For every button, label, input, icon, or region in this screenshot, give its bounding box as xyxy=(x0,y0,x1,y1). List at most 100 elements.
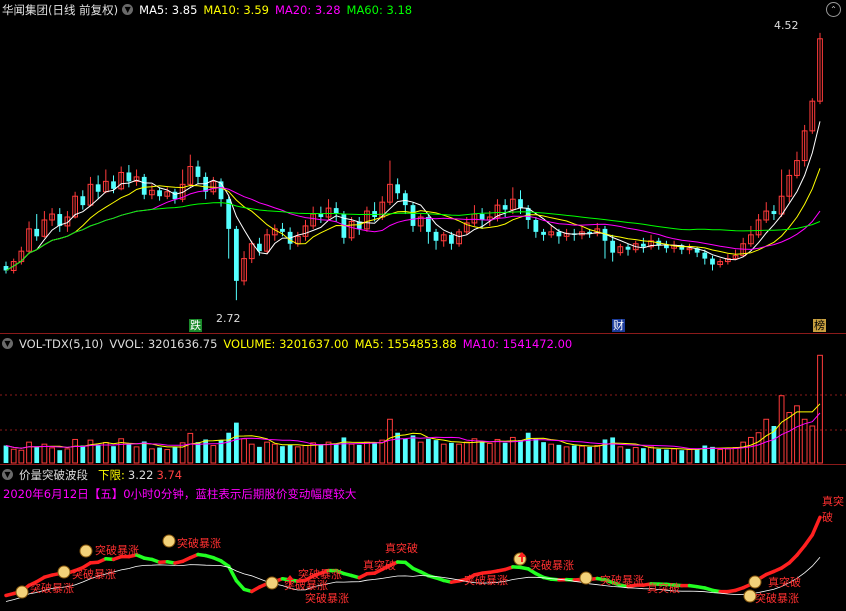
candle-body xyxy=(280,228,285,232)
volume-bar xyxy=(157,447,162,463)
volume-bar xyxy=(379,439,386,464)
candle-body xyxy=(195,166,201,177)
volume-bar xyxy=(748,436,754,464)
volume-bar xyxy=(164,449,171,464)
money-bag-icon xyxy=(265,576,279,590)
volume-bar xyxy=(518,440,523,463)
volume-bar xyxy=(664,449,669,463)
volume-bar xyxy=(656,448,662,463)
volume-bar xyxy=(395,432,401,463)
candle-body xyxy=(395,184,401,194)
volume-bar xyxy=(141,441,147,463)
volume-bar xyxy=(571,445,577,463)
wave-annotation: 突破暴涨 xyxy=(305,592,349,605)
candle-body xyxy=(233,228,239,281)
candle-body xyxy=(640,243,646,247)
candle-body xyxy=(402,193,408,206)
candle-body xyxy=(533,219,539,232)
volume-bar xyxy=(494,438,501,464)
wave-annotation: 突破暴涨 xyxy=(298,568,342,581)
volume-bar xyxy=(133,446,140,464)
volume-bar xyxy=(364,441,370,464)
candle-body xyxy=(556,231,562,237)
candle-body xyxy=(771,211,777,215)
candle-body xyxy=(141,176,147,195)
candle-body xyxy=(410,205,416,226)
volume-bar xyxy=(226,432,232,463)
volume-bar xyxy=(463,441,470,464)
volume-bar xyxy=(294,446,301,464)
volume-bar xyxy=(548,443,555,464)
volume-bar xyxy=(10,448,17,464)
volume-bar xyxy=(187,432,194,464)
volume-bar xyxy=(671,448,677,464)
volume-bar xyxy=(533,438,539,463)
wave-annotation: 突破暴涨 xyxy=(95,544,139,557)
wave-segment xyxy=(226,564,239,583)
volume-bar xyxy=(372,443,377,463)
candle-body xyxy=(433,231,439,241)
volume-bar xyxy=(356,444,362,463)
volume-bar xyxy=(248,443,255,464)
candle-body xyxy=(541,231,546,235)
volume-bar xyxy=(257,446,262,463)
wave-segment xyxy=(810,515,822,537)
volume-bar xyxy=(794,405,800,464)
volume-bar xyxy=(149,448,155,464)
wave-annotation: 突破暴涨 xyxy=(72,568,116,581)
volume-bar xyxy=(18,449,25,464)
volume-bar xyxy=(640,448,646,463)
volume-bar xyxy=(579,445,585,464)
volume-bar xyxy=(87,439,94,464)
wave-segment xyxy=(802,533,815,548)
volume-bar xyxy=(264,441,270,464)
volume-bar xyxy=(602,439,608,463)
volume-bar xyxy=(425,438,431,463)
volume-bar xyxy=(717,449,724,464)
volume-bar xyxy=(617,446,624,464)
volume-bar xyxy=(34,446,40,463)
wave-annotation: 真突破 xyxy=(363,559,396,572)
candle-body xyxy=(518,199,523,209)
volume-bar xyxy=(57,450,63,463)
candlestick-layer xyxy=(3,32,823,301)
volume-bar xyxy=(310,442,317,464)
volume-bar xyxy=(556,444,562,463)
wave-annotation: 突破暴涨 xyxy=(600,574,644,587)
volume-bar xyxy=(541,442,546,463)
volume-bar xyxy=(210,445,217,464)
grid-layer xyxy=(0,394,846,431)
volume-bar xyxy=(49,447,55,464)
volume-bar xyxy=(126,444,132,463)
volume-bar xyxy=(610,437,616,463)
volume-bar xyxy=(594,445,601,464)
candle-body xyxy=(610,240,616,253)
volume-bar xyxy=(302,445,309,464)
volume-bar xyxy=(778,395,785,464)
volume-bar xyxy=(203,439,209,463)
volume-bar xyxy=(195,442,201,463)
volume-bar xyxy=(95,444,101,463)
volume-bar xyxy=(563,446,570,464)
volume-bar xyxy=(479,441,485,463)
volume-bar xyxy=(732,447,739,464)
volume-bar xyxy=(440,443,447,464)
wave-annotation: 真突破 xyxy=(822,495,844,524)
money-bag-icon xyxy=(79,544,93,558)
volume-bar xyxy=(587,446,593,463)
money-bag-icon xyxy=(162,534,176,548)
ma5-line xyxy=(5,121,821,271)
candle-body xyxy=(318,214,324,218)
wave-annotation: 真突破 xyxy=(647,582,680,595)
volume-bar xyxy=(402,438,408,463)
volume-bar xyxy=(755,432,762,464)
candle-body xyxy=(34,228,40,237)
chart-canvas xyxy=(0,32,846,603)
volume-bar xyxy=(786,412,793,464)
wave-segment xyxy=(795,543,807,557)
volume-bar xyxy=(740,441,747,464)
candle-body xyxy=(111,181,116,189)
candle-body xyxy=(203,176,209,192)
volume-bar xyxy=(348,443,355,464)
volume-bar xyxy=(26,441,32,464)
